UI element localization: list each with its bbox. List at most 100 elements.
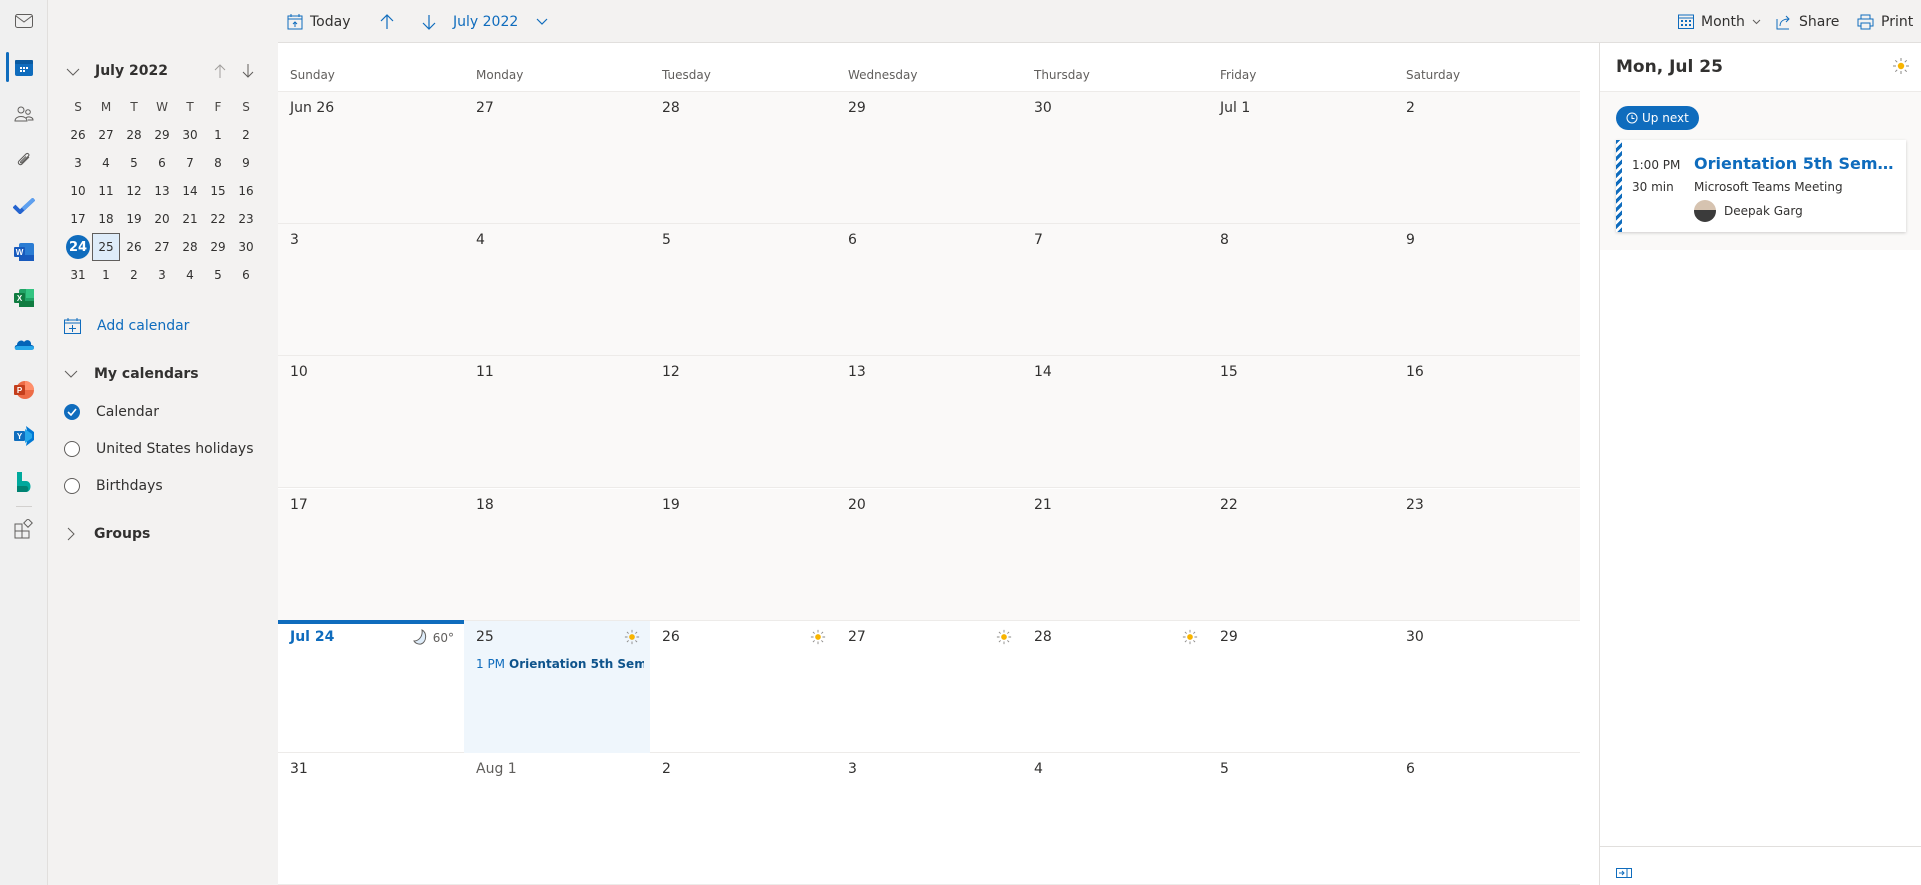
unchecked-circle-icon[interactable] (64, 478, 80, 494)
day-cell[interactable]: 4 (464, 224, 650, 356)
collapse-pane-icon[interactable] (1616, 863, 1632, 882)
mini-calendar-day[interactable]: 26 (64, 121, 92, 149)
mini-calendar-day[interactable]: 15 (204, 177, 232, 205)
todo-icon[interactable] (12, 194, 36, 218)
mini-calendar-day[interactable]: 1 (92, 261, 120, 289)
share-button[interactable]: Share (1776, 0, 1839, 43)
mini-calendar-day[interactable]: 3 (148, 261, 176, 289)
period-picker[interactable]: July 2022 (453, 0, 548, 43)
yammer-icon[interactable]: Y (12, 424, 36, 448)
print-button[interactable]: Print (1857, 0, 1913, 43)
day-cell[interactable]: 29 (836, 92, 1022, 224)
calendar-item-calendar[interactable]: Calendar (64, 404, 159, 420)
excel-icon[interactable]: X (12, 286, 36, 310)
word-icon[interactable]: W (12, 240, 36, 264)
day-cell[interactable]: 10 (278, 356, 464, 488)
calendar-event[interactable]: 1 PMOrientation 5th Semester (476, 657, 644, 671)
mini-calendar-day[interactable]: 23 (232, 205, 260, 233)
day-cell[interactable]: 27 (836, 621, 1022, 753)
day-cell[interactable]: 19 (650, 489, 836, 621)
previous-period-button[interactable] (380, 0, 394, 43)
day-cell[interactable]: Aug 1 (464, 753, 650, 885)
day-cell[interactable]: 25 1 PMOrientation 5th Semester (464, 620, 650, 753)
mini-next-month-icon[interactable] (242, 64, 254, 78)
day-cell[interactable]: 11 (464, 356, 650, 488)
day-cell[interactable]: 3 (278, 224, 464, 356)
mail-icon[interactable] (12, 9, 36, 33)
day-cell[interactable]: 5 (1208, 753, 1394, 885)
day-cell[interactable]: 15 (1208, 356, 1394, 488)
day-cell[interactable]: 29 (1208, 621, 1394, 753)
day-cell[interactable]: 18 (464, 489, 650, 621)
day-cell[interactable]: 28 (650, 92, 836, 224)
calendar-item-us-holidays[interactable]: United States holidays (64, 441, 254, 457)
mini-calendar-day[interactable]: 3 (64, 149, 92, 177)
day-cell[interactable]: Jul 24 60° (278, 619, 464, 753)
mini-calendar-day[interactable]: 28 (120, 121, 148, 149)
people-icon[interactable] (12, 102, 36, 126)
day-cell[interactable]: 30 (1394, 621, 1580, 753)
calendar-icon[interactable] (12, 55, 36, 79)
mini-calendar-day[interactable]: 5 (204, 261, 232, 289)
mini-calendar-day[interactable]: 16 (232, 177, 260, 205)
day-cell[interactable]: 7 (1022, 224, 1208, 356)
day-cell[interactable]: 31 (278, 753, 464, 885)
mini-calendar-day[interactable]: 25 (92, 233, 120, 261)
mini-calendar-day[interactable]: 21 (176, 205, 204, 233)
paperclip-icon[interactable] (12, 148, 36, 172)
mini-calendar-day[interactable]: 8 (204, 149, 232, 177)
mini-calendar-day[interactable]: 2 (232, 121, 260, 149)
onedrive-icon[interactable] (12, 332, 36, 356)
day-cell[interactable]: Jul 1 (1208, 92, 1394, 224)
mini-calendar-day[interactable]: 10 (64, 177, 92, 205)
calendar-item-birthdays[interactable]: Birthdays (64, 478, 163, 494)
mini-calendar-day[interactable]: 13 (148, 177, 176, 205)
mini-calendar-day[interactable]: 30 (176, 121, 204, 149)
day-cell[interactable]: 9 (1394, 224, 1580, 356)
day-cell[interactable]: 6 (1394, 753, 1580, 885)
groups-toggle[interactable]: Groups (64, 526, 150, 542)
mini-calendar-day[interactable]: 7 (176, 149, 204, 177)
day-cell[interactable]: 12 (650, 356, 836, 488)
mini-calendar-day[interactable]: 4 (176, 261, 204, 289)
day-cell[interactable]: 2 (1394, 92, 1580, 224)
day-cell[interactable]: 17 (278, 489, 464, 621)
mini-prev-month-icon[interactable] (214, 64, 226, 78)
mini-calendar-day[interactable]: 27 (92, 121, 120, 149)
mini-calendar-day[interactable]: 18 (92, 205, 120, 233)
mini-calendar-day[interactable]: 2 (120, 261, 148, 289)
mini-calendar-day[interactable]: 20 (148, 205, 176, 233)
mini-calendar-day[interactable]: 1 (204, 121, 232, 149)
mini-calendar-day[interactable]: 12 (120, 177, 148, 205)
upcoming-event-card[interactable]: 1:00 PM 30 min Orientation 5th Semester.… (1616, 140, 1906, 232)
mini-calendar-day[interactable]: 24 (64, 233, 92, 261)
day-cell[interactable]: 8 (1208, 224, 1394, 356)
mini-calendar-day[interactable]: 29 (204, 233, 232, 261)
mini-calendar-day[interactable]: 26 (120, 233, 148, 261)
day-cell[interactable]: 16 (1394, 356, 1580, 488)
event-title[interactable]: Orientation 5th Semester... (1694, 154, 1899, 173)
day-cell[interactable]: 26 (650, 621, 836, 753)
mini-calendar-day[interactable]: 5 (120, 149, 148, 177)
day-cell[interactable]: 14 (1022, 356, 1208, 488)
day-cell[interactable]: 28 (1022, 621, 1208, 753)
day-cell[interactable]: 22 (1208, 489, 1394, 621)
unchecked-circle-icon[interactable] (64, 441, 80, 457)
scrollbar-track[interactable] (1580, 43, 1599, 885)
day-cell[interactable]: 5 (650, 224, 836, 356)
day-cell[interactable]: 30 (1022, 92, 1208, 224)
mini-calendar-day[interactable]: 14 (176, 177, 204, 205)
mini-calendar-day[interactable]: 11 (92, 177, 120, 205)
mini-calendar-day[interactable]: 6 (148, 149, 176, 177)
mini-calendar-day[interactable]: 27 (148, 233, 176, 261)
mini-calendar-day[interactable]: 30 (232, 233, 260, 261)
add-calendar-link[interactable]: Add calendar (64, 318, 189, 334)
mini-calendar-day[interactable]: 17 (64, 205, 92, 233)
mini-calendar-day[interactable]: 29 (148, 121, 176, 149)
collapse-chevron-icon[interactable] (66, 68, 80, 76)
day-cell[interactable]: 23 (1394, 489, 1580, 621)
mini-calendar-day[interactable]: 6 (232, 261, 260, 289)
day-cell[interactable]: 6 (836, 224, 1022, 356)
day-cell[interactable]: 4 (1022, 753, 1208, 885)
day-cell[interactable]: 21 (1022, 489, 1208, 621)
